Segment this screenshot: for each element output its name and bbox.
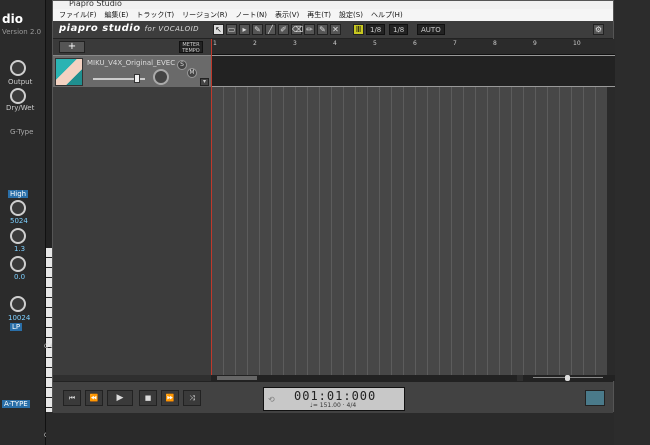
gtype-label: G-Type <box>10 128 34 136</box>
settings-icon[interactable]: ⚙ <box>593 24 604 35</box>
logo-suffix: for VOCALOID <box>144 25 200 33</box>
quantize-select[interactable]: 1/8 <box>366 24 386 35</box>
toolbar: piapro studio for VOCALOID ↖ ▭ ▸ ✎ ╱ ✐ ⌫… <box>53 21 613 39</box>
solo-button[interactable]: M <box>187 68 197 78</box>
freq-value: 5024 <box>10 217 28 225</box>
ruler-mark: 10 <box>573 40 581 47</box>
gain-knob[interactable] <box>10 256 26 272</box>
arrangement-grid[interactable] <box>211 87 607 375</box>
menu-file[interactable]: ファイル(F) <box>55 9 101 21</box>
playhead-line[interactable] <box>211 39 212 375</box>
track-lane[interactable] <box>211 55 615 87</box>
menu-settings[interactable]: 設定(S) <box>335 9 367 21</box>
host-right-panel <box>614 0 650 445</box>
gain-value: 0.0 <box>14 273 26 281</box>
menu-bar: ファイル(F) 編集(E) トラック(T) リージョン(R) ノート(N) 表示… <box>53 9 613 21</box>
disabled-tool-icon[interactable]: ✎ <box>317 24 328 35</box>
host-bottom-piano-roll <box>46 412 614 445</box>
time-position[interactable]: 001:01:000 <box>294 389 376 403</box>
close-tool-icon[interactable]: ✕ <box>330 24 341 35</box>
drywet-label: Dry/Wet <box>6 104 35 112</box>
ruler-mark: 1 <box>213 40 217 47</box>
grid-snap-icon[interactable]: Ⅲ <box>353 24 364 35</box>
mixer-icon[interactable] <box>585 390 605 406</box>
singer-avatar <box>55 58 83 86</box>
timeline-ruler[interactable]: 1 2 3 4 5 6 7 8 9 10 <box>211 39 615 55</box>
ruler-mark: 6 <box>413 40 417 47</box>
menu-help[interactable]: ヘルプ(H) <box>367 9 407 21</box>
freq-knob[interactable] <box>10 200 26 216</box>
select-tool-icon[interactable]: ▭ <box>226 24 237 35</box>
hscroll-thumb[interactable] <box>217 376 257 380</box>
menu-region[interactable]: リージョン(R) <box>178 9 231 21</box>
track-name[interactable]: MIKU_V4X_Original_EVEC <box>87 59 175 67</box>
stop-icon[interactable]: ■ <box>139 390 157 406</box>
ruler-mark: 7 <box>453 40 457 47</box>
loop-indicator-icon[interactable]: ⟲ <box>268 395 275 404</box>
lp-badge[interactable]: LP <box>10 323 23 331</box>
pencil-tool-icon[interactable]: ✎ <box>252 24 263 35</box>
logo-text: piapro studio <box>59 23 141 34</box>
time-display: ⟲ 001:01:000 ♩= 151.00 · 4/4 <box>263 387 405 411</box>
loop-toggle-icon[interactable]: ⤨ <box>183 390 201 406</box>
host-title-fragment: dio <box>2 12 23 26</box>
menu-edit[interactable]: 編集(E) <box>101 9 133 21</box>
color-pen-tool-icon[interactable]: ✏ <box>304 24 315 35</box>
line-tool-icon[interactable]: ╱ <box>265 24 276 35</box>
track-expand-icon[interactable]: ▾ <box>200 78 209 86</box>
output-label: Output <box>8 78 33 86</box>
lp-knob[interactable] <box>10 296 26 312</box>
fast-forward-icon[interactable]: ⏩ <box>161 390 179 406</box>
ruler-mark: 9 <box>533 40 537 47</box>
brush-tool-icon[interactable]: ✐ <box>278 24 289 35</box>
drywet-knob[interactable] <box>10 88 26 104</box>
vertical-scrollbar[interactable] <box>607 87 615 375</box>
menu-track[interactable]: トラック(T) <box>132 9 178 21</box>
note-length-select[interactable]: 1/8 <box>389 24 409 35</box>
tempo-display[interactable]: ♩= 151.00 · 4/4 <box>310 402 356 409</box>
menu-note[interactable]: ノート(N) <box>231 9 271 21</box>
window-title: Piapro Studio <box>69 0 122 8</box>
app-logo: piapro studio for VOCALOID <box>59 23 199 34</box>
pan-knob[interactable] <box>153 69 169 85</box>
meter-tempo-button[interactable]: METER TEMPO <box>179 41 203 54</box>
output-knob[interactable] <box>10 60 26 76</box>
menu-view[interactable]: 表示(V) <box>271 9 303 21</box>
eraser-tool-icon[interactable]: ⌫ <box>291 24 303 35</box>
cursor-tool-icon[interactable]: ▸ <box>239 24 250 35</box>
empty-track-area <box>53 87 211 375</box>
ruler-mark: 8 <box>493 40 497 47</box>
ruler-mark: 5 <box>373 40 377 47</box>
volume-slider-thumb[interactable] <box>134 74 141 83</box>
play-icon[interactable]: ▶ <box>107 390 133 406</box>
q-knob[interactable] <box>10 228 26 244</box>
lp-value: 10024 <box>8 314 31 322</box>
auto-select[interactable]: AUTO <box>417 24 445 35</box>
ruler-mark: 3 <box>293 40 297 47</box>
add-track-button[interactable]: + <box>59 41 85 53</box>
atype-badge[interactable]: A-TYPE <box>2 400 30 408</box>
time-signature: 4/4 <box>346 402 357 409</box>
go-to-start-icon[interactable]: ⏮ <box>63 390 81 406</box>
menu-playback[interactable]: 再生(T) <box>303 9 335 21</box>
tempo-value: ♩= 151.00 <box>310 402 341 409</box>
rewind-icon[interactable]: ⏪ <box>85 390 103 406</box>
host-left-plugin-panel: dio Version 2.0 Output Dry/Wet G-Type Hi… <box>0 0 46 445</box>
host-version: Version 2.0 <box>2 28 42 36</box>
high-badge[interactable]: High <box>8 190 29 198</box>
mute-button[interactable]: S <box>177 60 187 70</box>
window-titlebar: Piapro Studio <box>53 0 613 9</box>
ruler-mark: 4 <box>333 40 337 47</box>
q-value: 1.3 <box>14 245 26 253</box>
arrow-tool-icon[interactable]: ↖ <box>213 24 224 35</box>
ruler-mark: 2 <box>253 40 257 47</box>
transport-bar: ⏮ ⏪ ▶ ■ ⏩ ⤨ ⟲ 001:01:000 ♩= 151.00 · 4/4 <box>53 381 613 413</box>
piapro-studio-window: Piapro Studio ファイル(F) 編集(E) トラック(T) リージョ… <box>52 0 615 413</box>
track-header[interactable]: MIKU_V4X_Original_EVEC S M ▾ <box>53 55 211 87</box>
